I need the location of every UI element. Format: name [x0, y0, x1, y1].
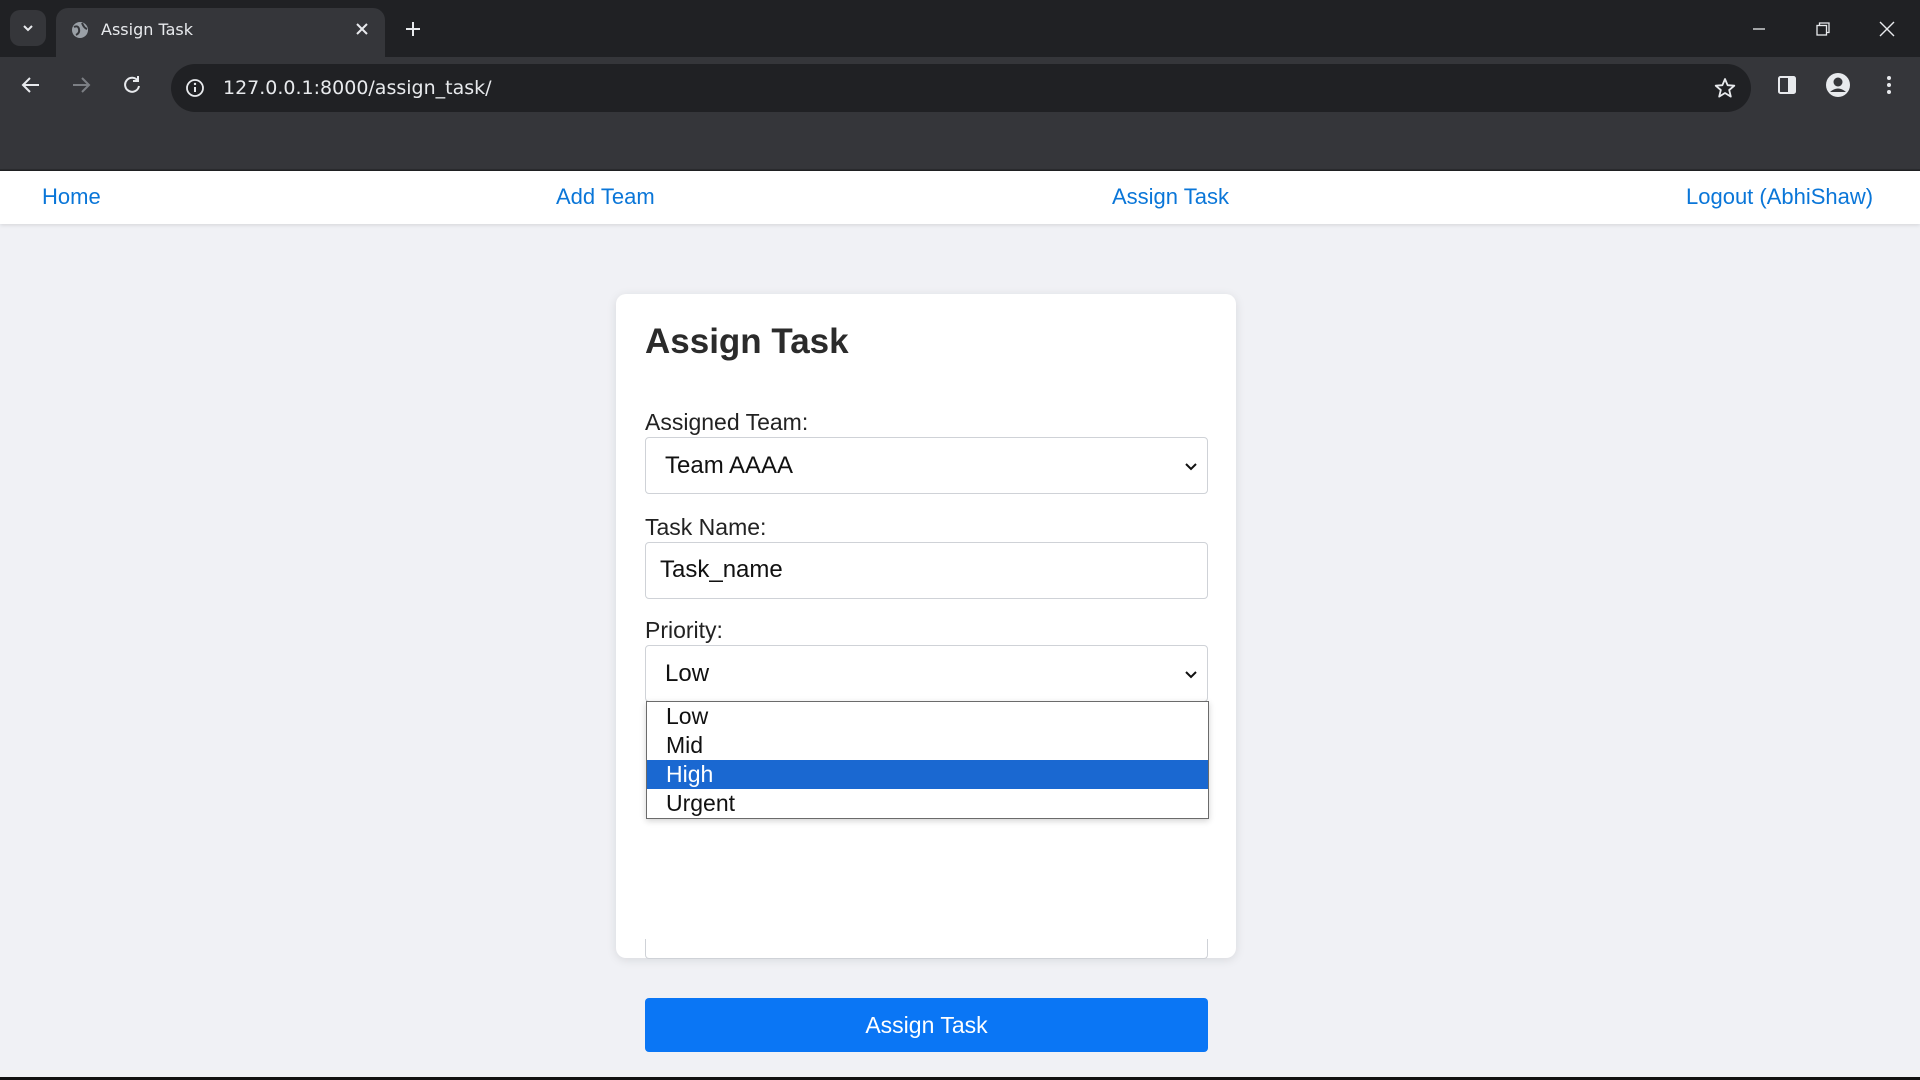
close-icon: [356, 23, 368, 35]
tab-strip: Assign Task: [0, 0, 1920, 57]
site-navbar: Home Add Team Assign Task Logout (AbhiSh…: [0, 171, 1920, 224]
globe-icon: [72, 22, 88, 38]
task-name-input[interactable]: Task_name: [645, 542, 1208, 599]
priority-label: Priority:: [645, 617, 723, 643]
star-icon: [1714, 78, 1736, 98]
task-name-value: Task_name: [660, 556, 783, 583]
active-tab[interactable]: Assign Task: [56, 8, 385, 57]
assign-task-card: Assign Task Assigned Team: Team AAAA Tas…: [616, 294, 1236, 1052]
obscured-field[interactable]: [645, 939, 1208, 959]
assign-task-button[interactable]: Assign Task: [645, 998, 1208, 1052]
priority-option-low[interactable]: Low: [647, 702, 1208, 731]
profile-icon: [1826, 73, 1850, 97]
team-select-value: Team AAAA: [665, 452, 794, 479]
priority-select[interactable]: Low: [645, 645, 1208, 702]
nav-assign-task-link[interactable]: Assign Task: [1112, 184, 1229, 210]
restore-icon: [1816, 22, 1830, 36]
reload-button[interactable]: [114, 67, 150, 103]
close-window-button[interactable]: [1872, 14, 1902, 44]
browser-toolbar: 127.0.0.1:8000/assign_task/: [0, 57, 1920, 113]
side-panel-button[interactable]: [1769, 67, 1805, 103]
nav-add-team-link[interactable]: Add Team: [556, 184, 655, 210]
reload-icon: [124, 76, 140, 93]
address-bar[interactable]: 127.0.0.1:8000/assign_task/: [171, 64, 1751, 112]
new-tab-button[interactable]: [400, 16, 426, 42]
page-content: Home Add Team Assign Task Logout (AbhiSh…: [0, 171, 1920, 1080]
forward-button[interactable]: [63, 67, 99, 103]
chevron-down-icon: [23, 25, 33, 32]
tab-close-button[interactable]: [351, 18, 373, 40]
bookmark-button[interactable]: [1713, 76, 1737, 100]
team-select[interactable]: Team AAAA: [645, 437, 1208, 494]
back-button[interactable]: [13, 67, 49, 103]
menu-button[interactable]: [1871, 67, 1907, 103]
profile-button[interactable]: [1820, 67, 1856, 103]
page-title: Assign Task: [645, 322, 849, 361]
tab-title: Assign Task: [101, 20, 193, 39]
task-name-label: Task Name:: [645, 514, 767, 540]
nav-logout-link[interactable]: Logout (AbhiShaw): [1686, 184, 1873, 210]
priority-option-mid[interactable]: Mid: [647, 731, 1208, 760]
more-icon: [1887, 76, 1891, 94]
chevron-down-icon: [1185, 463, 1197, 471]
side-panel-icon: [1778, 76, 1796, 94]
restore-button[interactable]: [1808, 14, 1838, 44]
priority-select-value: Low: [665, 660, 710, 687]
minimize-button[interactable]: [1744, 14, 1774, 44]
priority-option-urgent[interactable]: Urgent: [647, 789, 1208, 818]
back-icon: [21, 77, 39, 93]
plus-icon: [406, 22, 420, 36]
tab-search-button[interactable]: [10, 10, 46, 46]
info-icon: [186, 79, 204, 97]
forward-icon: [73, 77, 91, 93]
team-label: Assigned Team:: [645, 409, 809, 435]
priority-option-high[interactable]: High: [647, 760, 1208, 789]
minimize-icon: [1753, 28, 1765, 30]
bookmarks-bar: [0, 113, 1920, 170]
chevron-down-icon: [1185, 671, 1197, 679]
priority-dropdown-list: Low Mid High Urgent: [646, 701, 1209, 819]
nav-home-link[interactable]: Home: [42, 184, 101, 210]
site-info-button[interactable]: [183, 76, 207, 100]
url-text[interactable]: 127.0.0.1:8000/assign_task/: [223, 77, 492, 99]
close-icon: [1879, 21, 1895, 37]
